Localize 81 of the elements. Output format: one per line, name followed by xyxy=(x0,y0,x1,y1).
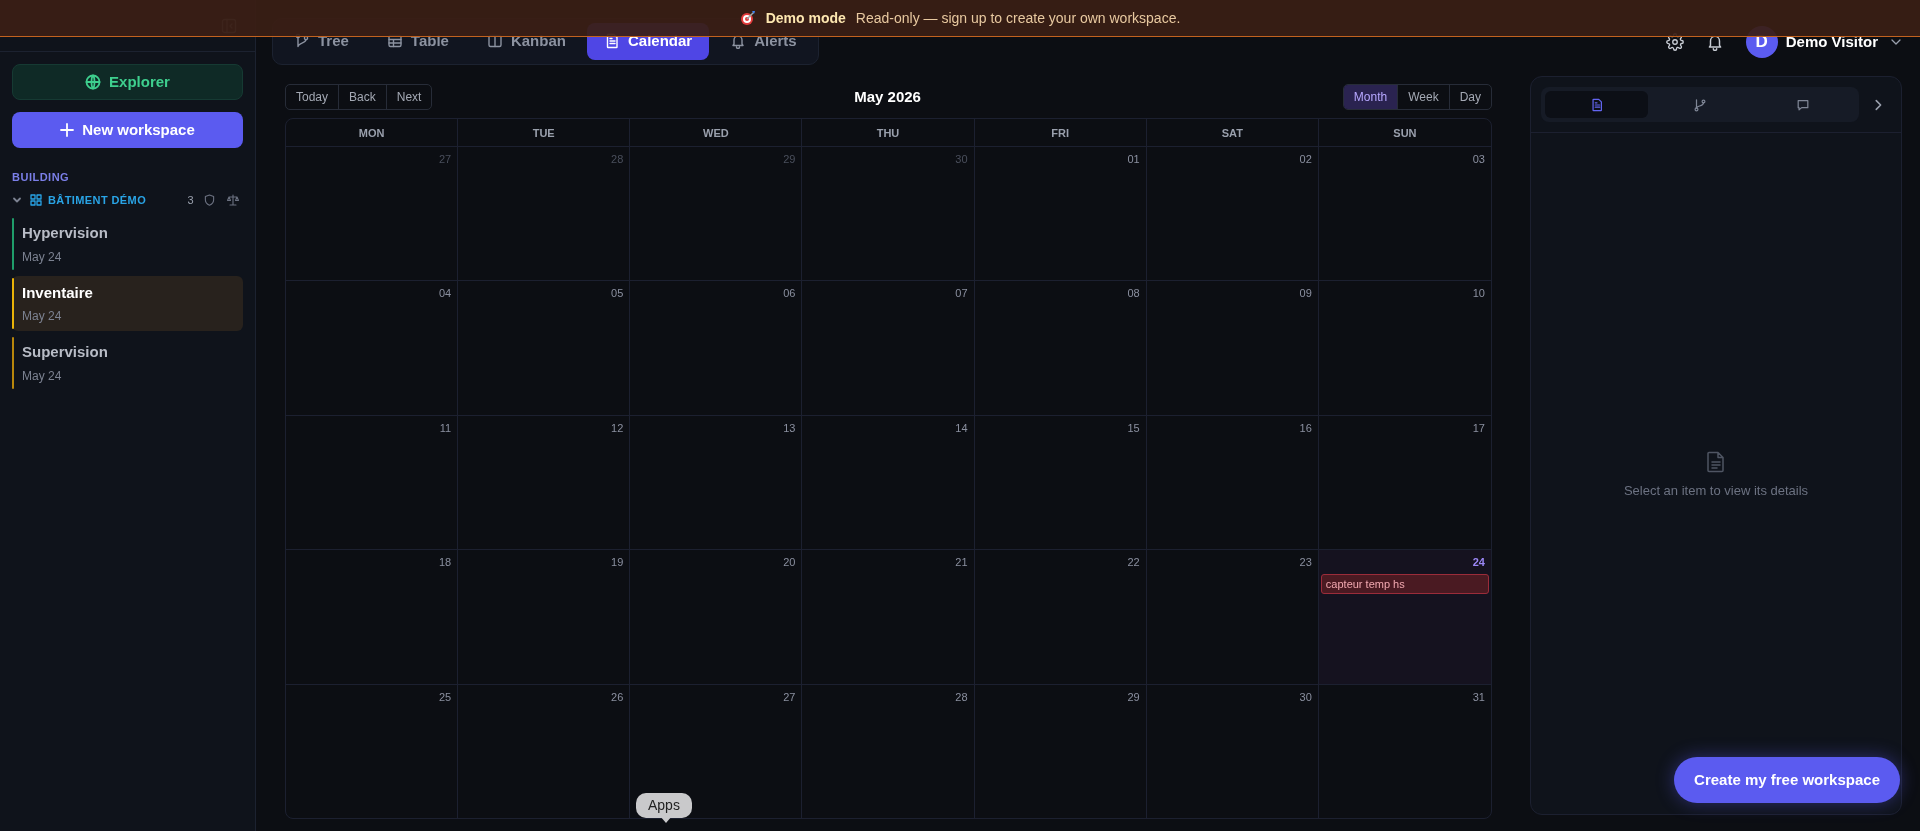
weekday-header: FRI xyxy=(974,119,1147,147)
day-number: 31 xyxy=(1472,689,1486,705)
globe-icon xyxy=(85,74,102,90)
comment-icon xyxy=(1796,97,1811,112)
day-number: 30 xyxy=(1299,689,1313,705)
branch-icon xyxy=(1693,97,1707,112)
document-icon xyxy=(1589,97,1604,112)
explorer-button[interactable]: Explorer xyxy=(12,64,243,100)
day-number: 09 xyxy=(1299,286,1313,302)
weekday-header: SAT xyxy=(1146,119,1319,147)
weekday-header: MON xyxy=(286,119,459,147)
day-number: 29 xyxy=(783,152,797,167)
grid-icon xyxy=(30,193,42,206)
day-number: 08 xyxy=(1127,286,1141,302)
group-name[interactable]: BÂTIMENT DÉMO xyxy=(48,191,147,208)
item-date: May 24 xyxy=(22,308,63,325)
day-number: 05 xyxy=(611,286,625,302)
tooltip: Apps xyxy=(636,793,692,818)
view-button[interactable]: Week xyxy=(1398,85,1450,109)
item-title: Hypervision xyxy=(22,223,109,243)
day-number: 27 xyxy=(783,689,797,705)
day-number: 06 xyxy=(783,286,797,302)
weekday-header: SUN xyxy=(1392,126,1418,141)
day-number: 07 xyxy=(955,286,969,302)
view-button[interactable]: Day xyxy=(1449,85,1491,109)
plus-icon xyxy=(60,123,75,137)
calendar-event[interactable]: capteur temp hs xyxy=(1320,573,1489,595)
day-number: 17 xyxy=(1472,420,1486,436)
item-count: 3 xyxy=(187,192,194,208)
view-button[interactable]: Month xyxy=(1343,85,1399,109)
item-title: Supervision xyxy=(22,342,109,362)
day-number: 11 xyxy=(439,420,453,436)
day-number: 01 xyxy=(1127,152,1141,167)
user-name: Demo Visitor xyxy=(1785,31,1878,52)
day-number: 12 xyxy=(611,420,625,436)
new-workspace-button[interactable]: New workspace xyxy=(12,112,243,148)
day-number: 26 xyxy=(611,689,625,705)
calendar-title: May 2026 xyxy=(853,86,922,107)
day-number: 10 xyxy=(1472,286,1486,302)
empty-state-message: Select an item to view its details xyxy=(1623,482,1809,500)
nav-button[interactable]: Back xyxy=(339,85,387,109)
workspace-item[interactable]: Hypervision May 24 xyxy=(12,216,243,272)
weekday-header: THU xyxy=(802,119,975,147)
day-number: 04 xyxy=(438,286,453,302)
shield-icon xyxy=(204,193,215,206)
weekday-header: TUE xyxy=(458,119,631,147)
day-number: 18 xyxy=(438,555,453,571)
workspace-item[interactable]: Inventaire May 24 xyxy=(12,275,243,331)
item-title: Inventaire xyxy=(22,282,94,303)
day-number: 24 xyxy=(1472,555,1486,571)
view-tab[interactable]: Kanban xyxy=(469,23,583,60)
day-number: 14 xyxy=(955,420,969,436)
day-number: 15 xyxy=(1127,420,1141,436)
banner-message: Read-only — sign up to create your own workspace. xyxy=(855,8,1181,28)
day-number: 02 xyxy=(1299,152,1313,167)
day-number: 03 xyxy=(1472,152,1486,167)
day-number: 30 xyxy=(955,152,969,167)
day-number: 29 xyxy=(1127,689,1141,705)
day-number: 23 xyxy=(1299,555,1313,571)
day-number: 20 xyxy=(783,555,797,571)
day-number: 25 xyxy=(438,689,453,705)
day-number: 16 xyxy=(1299,420,1313,436)
nav-button[interactable]: Next xyxy=(386,85,432,109)
day-number: 28 xyxy=(611,152,625,167)
document-icon xyxy=(1706,451,1726,473)
day-number: 22 xyxy=(1127,555,1141,571)
nav-button[interactable]: Today xyxy=(286,85,340,109)
weekday-header: WED xyxy=(630,119,803,147)
workspace-item[interactable]: Supervision May 24 xyxy=(12,335,243,391)
day-number: 28 xyxy=(955,689,969,705)
day-number: 13 xyxy=(783,420,797,436)
tooltip-pointer-icon xyxy=(660,816,672,823)
day-number: 19 xyxy=(611,555,625,571)
create-workspace-button[interactable]: Create my free workspace xyxy=(1674,756,1900,803)
item-date: May 24 xyxy=(22,248,63,266)
day-number: 21 xyxy=(955,555,969,571)
day-number: 27 xyxy=(438,152,453,167)
section-label: BUILDING xyxy=(12,170,71,185)
scale-icon xyxy=(227,193,239,206)
item-date: May 24 xyxy=(22,367,63,385)
dart-target-icon xyxy=(739,10,756,26)
